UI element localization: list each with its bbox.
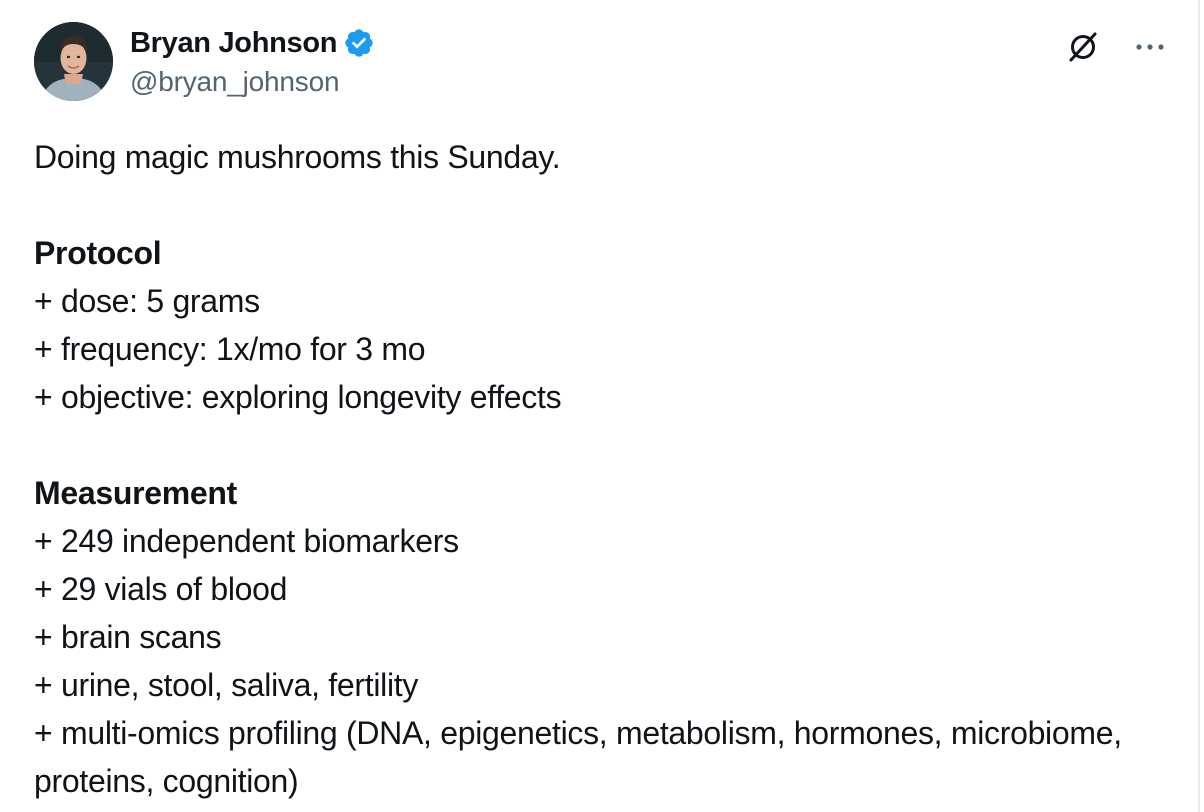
display-name[interactable]: Bryan Johnson xyxy=(130,27,337,60)
protocol-item: + objective: exploring longevity effects xyxy=(34,379,562,415)
measurement-item: + brain scans xyxy=(34,619,222,655)
avatar-image xyxy=(34,22,113,101)
paragraph-break xyxy=(34,421,1168,469)
protocol-heading: Protocol xyxy=(34,235,162,271)
measurement-item: + urine, stool, saliva, fertility xyxy=(34,667,419,703)
verified-badge-icon[interactable] xyxy=(343,27,375,59)
paragraph-break xyxy=(34,181,1168,229)
measurement-heading: Measurement xyxy=(34,475,237,511)
tweet-text: Doing magic mushrooms this Sunday. Proto… xyxy=(34,133,1168,805)
protocol-item: + frequency: 1x/mo for 3 mo xyxy=(34,331,426,367)
author-names: Bryan Johnson @bryan_johnson xyxy=(130,24,375,98)
intro-line: Doing magic mushrooms this Sunday. xyxy=(34,139,561,175)
measurement-item: + 249 independent biomarkers xyxy=(34,523,459,559)
measurement-item: + multi-omics profiling (DNA, epigenetic… xyxy=(34,715,1122,799)
grok-icon[interactable] xyxy=(1066,30,1100,64)
tweet-card: Bryan Johnson @bryan_johnson Doing magic… xyxy=(0,0,1200,812)
tweet-header: Bryan Johnson @bryan_johnson xyxy=(34,22,1168,102)
avatar[interactable] xyxy=(34,22,113,101)
more-options-icon[interactable] xyxy=(1132,32,1168,62)
author-handle[interactable]: @bryan_johnson xyxy=(130,66,375,98)
measurement-item: + 29 vials of blood xyxy=(34,571,288,607)
display-name-row: Bryan Johnson xyxy=(130,24,375,62)
protocol-item: + dose: 5 grams xyxy=(34,283,260,319)
